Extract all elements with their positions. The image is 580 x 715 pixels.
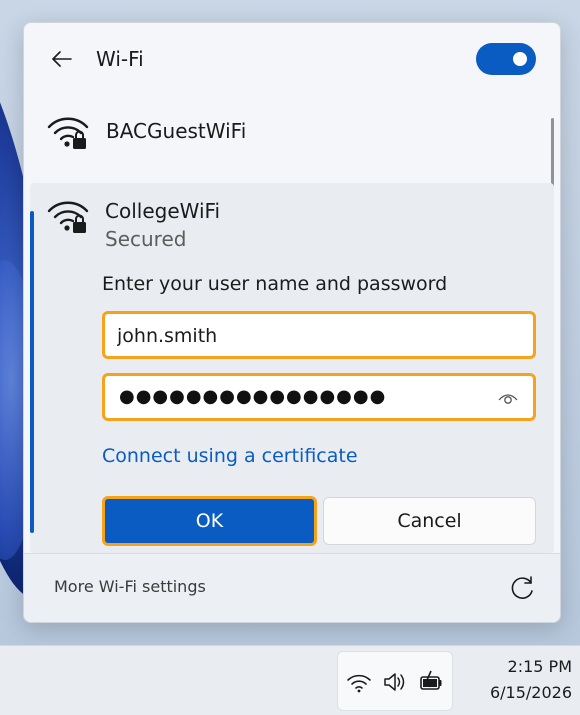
wifi-secured-icon [47,117,89,149]
password-input[interactable]: ●●●●●●●●●●●●●●●● [119,386,386,407]
clock-time: 2:15 PM [507,657,572,676]
clock-date: 6/15/2026 [489,683,572,702]
arrow-left-icon [52,51,72,67]
back-button[interactable] [46,43,78,75]
system-tray-quick-settings[interactable] [337,651,453,711]
refresh-button[interactable] [507,574,537,604]
selected-indicator [30,211,34,533]
password-field[interactable]: ●●●●●●●●●●●●●●●● [102,373,536,421]
toggle-knob [513,52,527,66]
wifi-icon [347,674,371,693]
network-name: BACGuestWiFi [106,119,247,143]
flyout-header: Wi-Fi [24,23,560,95]
username-field[interactable] [102,311,536,359]
flyout-title: Wi-Fi [96,47,144,71]
username-input[interactable] [117,322,497,350]
wifi-secured-icon [47,201,89,233]
taskbar-clock[interactable]: 2:15 PM 6/15/2026 [462,654,572,706]
reveal-password-button[interactable] [497,388,519,408]
credentials-prompt: Enter your user name and password [102,273,448,295]
network-name: CollegeWiFi [105,199,221,223]
connect-certificate-link[interactable]: Connect using a certificate [102,445,358,467]
taskbar: 2:15 PM 6/15/2026 [0,645,580,715]
wifi-flyout: Wi-Fi BACGuestWiFi CollegeWiFi Secured E… [23,22,561,623]
wifi-toggle[interactable] [476,43,536,75]
network-item-bacguestwifi[interactable]: BACGuestWiFi [24,103,544,165]
more-wifi-settings-link[interactable]: More Wi-Fi settings [54,577,206,596]
cancel-button-label: Cancel [397,510,462,532]
volume-icon [384,673,405,691]
network-item-collegewifi: CollegeWiFi Secured Enter your user name… [30,183,554,553]
battery-charging-icon [420,670,442,690]
refresh-icon [511,576,533,599]
flyout-footer: More Wi-Fi settings [24,553,560,622]
eye-icon [498,394,518,404]
cancel-button[interactable]: Cancel [323,497,536,545]
ok-button[interactable]: OK [102,496,317,546]
ok-button-label: OK [195,510,224,532]
network-status: Secured [105,227,187,251]
